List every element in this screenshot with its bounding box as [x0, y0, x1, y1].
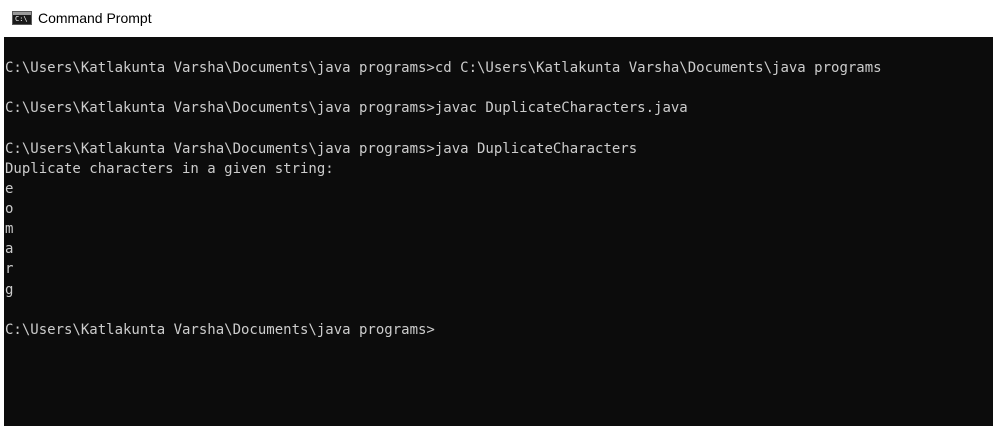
command-prompt-window: C:\ Command Prompt C:\Users\Katlakunta V…: [0, 0, 993, 426]
console-line: C:\Users\Katlakunta Varsha\Documents\jav…: [5, 60, 882, 76]
console-lines: C:\Users\Katlakunta Varsha\Documents\jav…: [5, 58, 882, 340]
command-prompt-icon: C:\: [12, 11, 32, 25]
console-output[interactable]: C:\Users\Katlakunta Varsha\Documents\jav…: [4, 37, 993, 426]
console-line: a: [5, 241, 14, 258]
window-title: Command Prompt: [38, 10, 152, 26]
console-line: C:\Users\Katlakunta Varsha\Documents\jav…: [5, 140, 638, 157]
console-line: Duplicate characters in a given string:: [5, 160, 334, 177]
console-line: e: [5, 180, 14, 197]
console-line: o: [5, 200, 14, 217]
title-bar[interactable]: C:\ Command Prompt: [0, 0, 993, 36]
console-line: C:\Users\Katlakunta Varsha\Documents\jav…: [5, 100, 688, 117]
command-prompt-line[interactable]: C:\Users\Katlakunta Varsha\Documents\jav…: [5, 320, 882, 340]
console-line: m: [5, 221, 14, 238]
console-line: g: [5, 281, 14, 298]
console-line: r: [5, 261, 14, 278]
